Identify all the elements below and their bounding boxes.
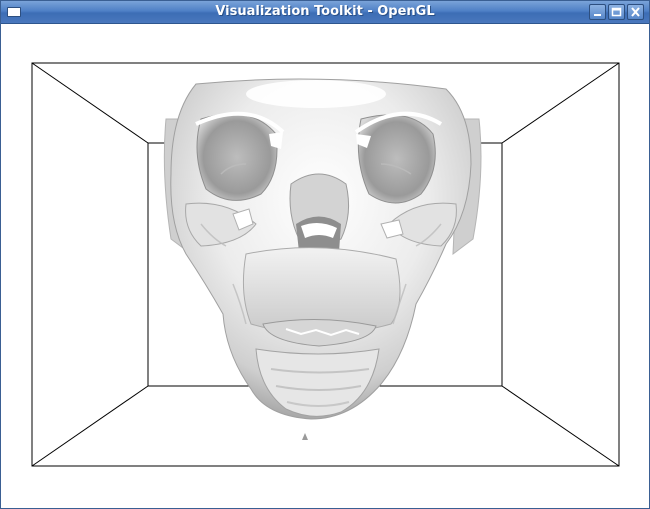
close-button[interactable] xyxy=(627,4,644,20)
window-title: Visualization Toolkit - OpenGL xyxy=(215,4,435,19)
minimize-button[interactable] xyxy=(589,4,606,20)
outline-edge-bottom-left xyxy=(31,385,149,467)
close-icon xyxy=(631,7,640,17)
application-window: Visualization Toolkit - OpenGL xyxy=(0,0,650,509)
maximize-button[interactable] xyxy=(608,4,625,20)
title-bar[interactable]: Visualization Toolkit - OpenGL xyxy=(1,1,649,24)
render-viewport[interactable] xyxy=(1,24,649,508)
maximize-icon xyxy=(611,7,622,17)
render-scene xyxy=(31,62,620,467)
outline-edge-top-left xyxy=(31,62,149,144)
isosurface-artifact xyxy=(302,433,308,440)
outline-edge-bottom-right xyxy=(501,385,620,467)
skull-isosurface xyxy=(163,78,482,420)
minimize-icon xyxy=(594,14,601,16)
outline-edge-top-right xyxy=(501,62,620,144)
